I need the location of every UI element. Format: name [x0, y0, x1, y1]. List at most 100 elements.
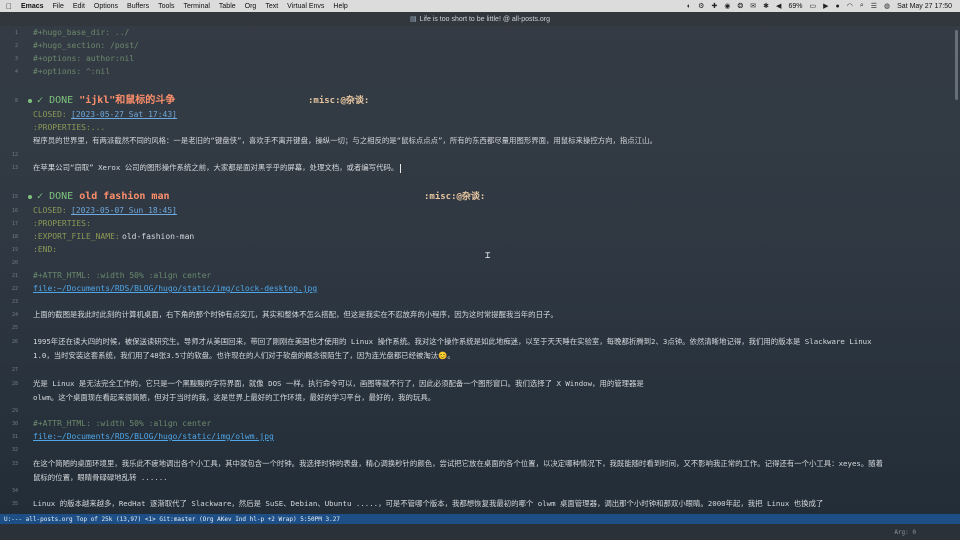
- menu-app-name[interactable]: Emacs: [21, 3, 44, 10]
- menu-edit[interactable]: Edit: [73, 3, 85, 10]
- line-number: 3: [14, 56, 18, 62]
- check-icon: ✓: [37, 191, 44, 202]
- line-number: 35: [11, 501, 18, 507]
- paragraph: 1995年还在读大四的时候，被保送读研究生。导师才从美国回来，带回了刚刚在美国也…: [33, 337, 872, 346]
- paragraph: Linux 的版本越来越多，RedHat 逐渐取代了 Slackware，然后是…: [33, 499, 824, 508]
- paragraph: 1.0，当时安装这套系统，我们用了48张3.5寸的软盘。也许现在的人们对于软盘的…: [33, 351, 455, 360]
- line-number: 28: [11, 381, 18, 387]
- heading-tags: :misc:@杂谈:: [424, 192, 486, 202]
- user-icon[interactable]: ●: [835, 3, 839, 10]
- line-number: 12: [11, 152, 18, 158]
- line-number: 30: [11, 421, 18, 427]
- status-icon-6[interactable]: ✉: [750, 2, 756, 10]
- echo-area[interactable]: Arg: 0: [0, 524, 960, 540]
- battery-percent[interactable]: 69%: [788, 3, 802, 10]
- status-icon-1[interactable]: ◐: [687, 3, 691, 10]
- heading-bullet-icon[interactable]: [28, 195, 32, 199]
- line-number: 29: [11, 408, 18, 414]
- hugo-section-keyword: #+hugo_section: /post/: [33, 41, 139, 50]
- status-icon-4[interactable]: ◉: [724, 2, 730, 10]
- org-heading[interactable]: 8 ✓ DONE "ijkl"和鼠标的斗争 :misc:@杂谈:: [0, 94, 960, 108]
- attr-html-keyword: #+ATTR_HTML: :width 50% :align center: [33, 419, 212, 428]
- line-number: 15: [11, 194, 18, 200]
- paragraph: 上面的截图是我此时此刻的计算机桌面，右下角的那个时钟有点突兀，其实和整体不怎么搭…: [33, 310, 558, 319]
- export-file-name-key: :EXPORT_FILE_NAME:: [33, 232, 120, 241]
- line-number: 8: [14, 98, 18, 104]
- options-caret-keyword: #+options: ^:nil: [33, 67, 111, 76]
- mouse-ibeam-cursor-icon: ⌶: [485, 251, 491, 261]
- menu-help[interactable]: Help: [333, 3, 347, 10]
- heading-title: old fashion man: [79, 191, 170, 202]
- file-link[interactable]: file:~/Documents/RDS/BLOG/hugo/static/im…: [33, 431, 274, 443]
- line-number: 22: [11, 286, 18, 292]
- heading-bullet-icon[interactable]: [28, 99, 32, 103]
- search-icon[interactable]: ⌕: [860, 2, 864, 10]
- closed-timestamp[interactable]: [2023-05-27 Sat 17:43]: [71, 109, 177, 121]
- menu-org[interactable]: Org: [245, 3, 257, 10]
- export-file-name-value: old-fashion-man: [122, 232, 195, 241]
- line-number: 13: [11, 165, 18, 171]
- line-number: 19: [11, 247, 18, 253]
- heading-title: "ijkl"和鼠标的斗争: [79, 95, 176, 106]
- status-icon-3[interactable]: ✚: [711, 2, 717, 10]
- heading-text[interactable]: ✓ DONE old fashion man: [37, 190, 170, 204]
- echo-hint: Arg: 0: [894, 529, 916, 536]
- menu-file[interactable]: File: [53, 3, 64, 10]
- line-number: 16: [11, 208, 18, 214]
- siri-icon[interactable]: ◍: [884, 2, 890, 10]
- closed-label: CLOSED:: [33, 110, 67, 119]
- battery-icon[interactable]: ▭: [809, 2, 816, 10]
- macos-menubar:  Emacs File Edit Options Buffers Tools …: [0, 0, 960, 12]
- menu-virtual-envs[interactable]: Virtual Envs: [287, 3, 324, 10]
- line-number: 17: [11, 221, 18, 227]
- scrollbar-thumb[interactable]: [955, 30, 958, 100]
- play-icon[interactable]: ▶: [823, 2, 828, 10]
- menu-tools[interactable]: Tools: [158, 3, 174, 10]
- heading-text[interactable]: ✓ DONE "ijkl"和鼠标的斗争: [37, 94, 175, 108]
- menu-table[interactable]: Table: [219, 3, 236, 10]
- line-number: 20: [11, 260, 18, 266]
- bluetooth-icon[interactable]: ✱: [763, 2, 769, 10]
- line-number: 2: [14, 43, 18, 49]
- editor-buffer[interactable]: 1 #+hugo_base_dir: ../ 2 #+hugo_section:…: [0, 26, 960, 514]
- closed-timestamp[interactable]: [2023-05-07 Sun 18:45]: [71, 205, 177, 217]
- line-number: 4: [14, 69, 18, 75]
- status-icon-2[interactable]: ⚙: [698, 2, 704, 10]
- volume-icon[interactable]: ◀: [776, 2, 781, 10]
- document-icon: ▤: [409, 16, 417, 23]
- file-link[interactable]: file:~/Documents/RDS/BLOG/hugo/static/im…: [33, 283, 317, 295]
- check-icon: ✓: [37, 95, 44, 106]
- wifi-icon[interactable]: ◠: [847, 2, 853, 10]
- paragraph: 程序员的世界里，有两派截然不同的风格：一是老旧的“键盘侠”，喜欢手不离开键盘，操…: [33, 136, 657, 145]
- line-number: 33: [11, 461, 18, 467]
- closed-label: CLOSED:: [33, 206, 67, 215]
- drawer-end: :END:: [33, 245, 58, 254]
- paragraph: 光是 Linux 是无法完全工作的，它只是一个黑黢黢的字符界面，就像 DOS 一…: [33, 379, 644, 388]
- properties-drawer[interactable]: :PROPERTIES:...: [33, 122, 105, 134]
- line-number: 1: [14, 30, 18, 36]
- line-number: 34: [11, 488, 18, 494]
- properties-drawer[interactable]: :PROPERTIES:: [33, 218, 91, 230]
- line-number: 27: [11, 367, 18, 373]
- heading-tags: :misc:@杂谈:: [308, 96, 370, 106]
- window-titlebar: ▤ Life is too short to be little! @ all-…: [0, 12, 960, 26]
- menu-buffers[interactable]: Buffers: [127, 3, 149, 10]
- apple-menu-icon[interactable]: : [6, 2, 12, 11]
- window-title: Life is too short to be little! @ all-po…: [419, 15, 551, 23]
- line-number: 26: [11, 339, 18, 345]
- options-author-keyword: #+options: author:nil: [33, 54, 135, 63]
- todo-keyword: DONE: [49, 95, 74, 106]
- menu-text[interactable]: Text: [265, 3, 278, 10]
- menu-options[interactable]: Options: [94, 3, 118, 10]
- status-icon-5[interactable]: ❂: [737, 2, 743, 10]
- todo-keyword: DONE: [49, 191, 74, 202]
- mode-line-text: U:--- all-posts.org Top of 25k (13,97) <…: [4, 515, 340, 523]
- line-number: 24: [11, 312, 18, 318]
- menu-terminal[interactable]: Terminal: [183, 3, 209, 10]
- org-heading[interactable]: 15 ✓ DONE old fashion man :misc:@杂谈:: [0, 190, 960, 204]
- menubar-clock[interactable]: Sat May 27 17:50: [897, 3, 952, 10]
- mode-line[interactable]: U:--- all-posts.org Top of 25k (13,97) <…: [0, 514, 960, 524]
- line-number: 31: [11, 434, 18, 440]
- control-center-icon[interactable]: ☰: [871, 2, 877, 10]
- line-number: 32: [11, 447, 18, 453]
